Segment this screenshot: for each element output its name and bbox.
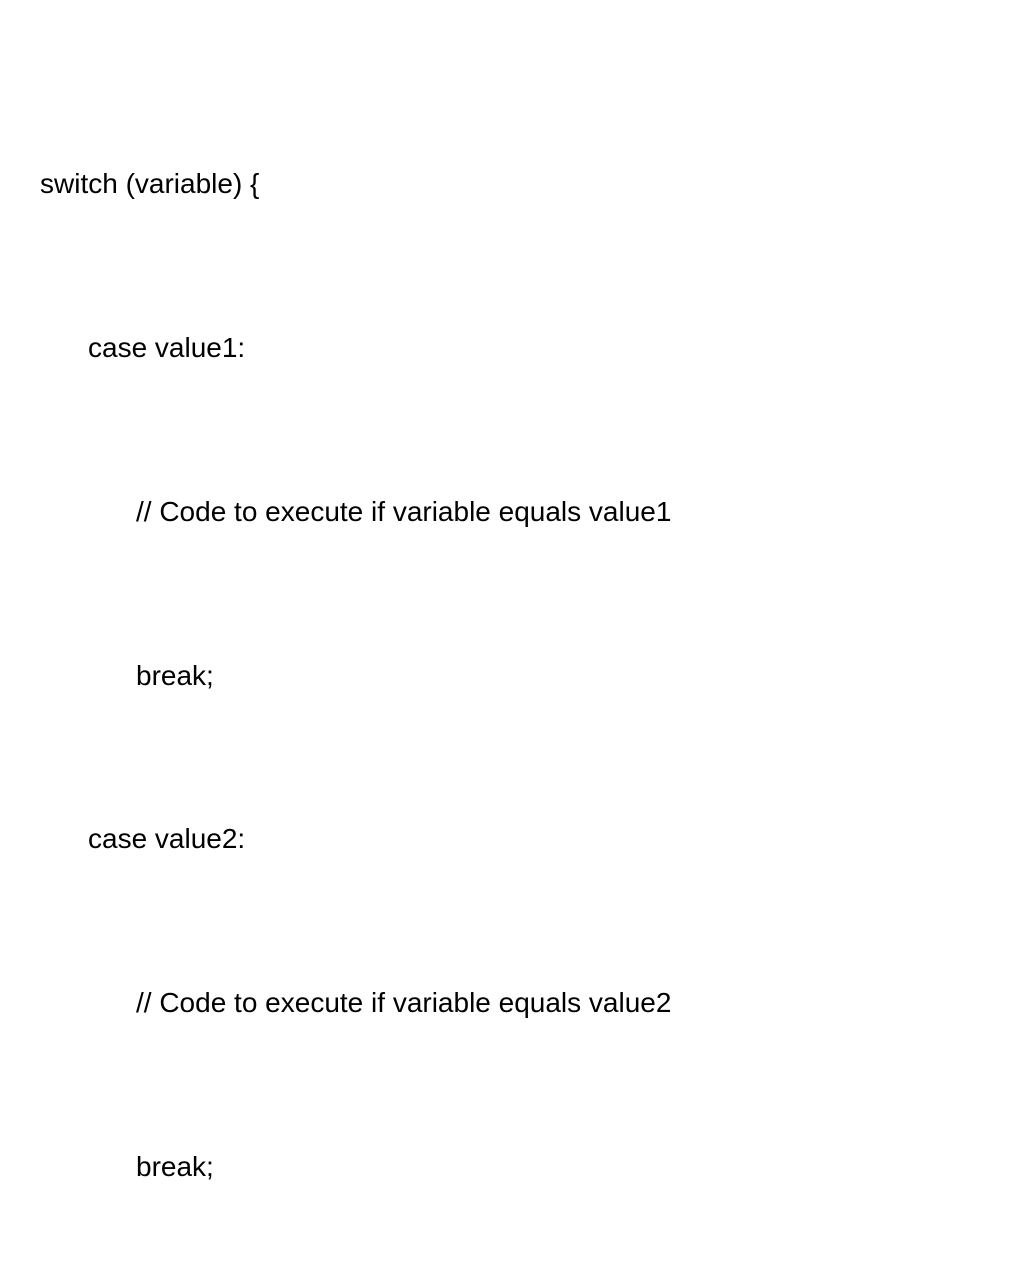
code-line-break1: break;	[40, 649, 984, 704]
code-line-case1: case value1:	[40, 321, 984, 376]
code-line-comment2: // Code to execute if variable equals va…	[40, 976, 984, 1031]
code-line-case2: case value2:	[40, 812, 984, 867]
code-line-comment1: // Code to execute if variable equals va…	[40, 485, 984, 540]
code-snippet: switch (variable) { case value1: // Code…	[40, 48, 984, 1282]
code-line-break2: break;	[40, 1140, 984, 1195]
code-line-switch: switch (variable) {	[40, 157, 984, 212]
